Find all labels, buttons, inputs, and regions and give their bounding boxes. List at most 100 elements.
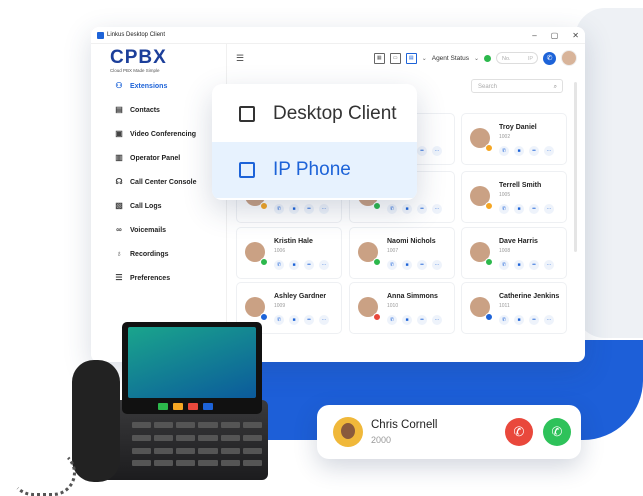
call-icon[interactable]: ✆ <box>499 315 509 325</box>
logo: CPBX Cloud PBX Made Simple <box>110 48 167 73</box>
video-icon[interactable]: ■ <box>289 260 299 270</box>
chat-icon[interactable]: •• <box>417 146 427 156</box>
call-icon[interactable]: ✆ <box>499 260 509 270</box>
chat-icon[interactable]: •• <box>304 204 314 214</box>
logo-tagline: Cloud PBX Made Simple <box>110 68 160 73</box>
extension-number: 1011 <box>499 303 510 309</box>
minimize-button[interactable]: – <box>532 31 536 40</box>
status-badge <box>373 202 381 210</box>
video-icon[interactable]: ■ <box>514 204 524 214</box>
dial-number-input[interactable]: No. IP <box>496 52 538 64</box>
user-avatar[interactable] <box>561 50 577 66</box>
menu-item-ip-phone[interactable]: IP Phone <box>212 142 417 198</box>
extension-number: 1010 <box>387 303 399 309</box>
chat-icon[interactable]: •• <box>529 204 539 214</box>
dialpad-icon[interactable]: ▦ <box>373 52 385 64</box>
chat-icon[interactable]: •• <box>304 260 314 270</box>
extension-name: Dave Harris <box>499 238 538 245</box>
sidebar-item-label: Extensions <box>130 82 168 90</box>
call-icon[interactable]: ✆ <box>499 204 509 214</box>
extension-card[interactable]: Kristin Hale 1006 ✆ ■ •• ··· <box>236 227 342 279</box>
sidebar-item-extensions[interactable]: ⚇ Extensions <box>91 74 226 98</box>
chat-icon[interactable]: •• <box>417 315 427 325</box>
agent-status-label[interactable]: Agent Status <box>432 55 469 62</box>
video-icon[interactable]: ■ <box>514 260 524 270</box>
scrollbar[interactable] <box>574 82 577 252</box>
extension-card[interactable]: Dave Harris 1008 ✆ ■ •• ··· <box>461 227 567 279</box>
call-icon[interactable]: ✆ <box>543 51 556 65</box>
accept-call-button[interactable]: ✆ <box>543 418 571 446</box>
chat-icon[interactable]: •• <box>529 146 539 156</box>
close-button[interactable]: ✕ <box>572 31 579 40</box>
video-icon[interactable]: ■ <box>402 315 412 325</box>
sidebar-item-voicemails[interactable]: ∞ Voicemails <box>91 218 226 242</box>
mode-chevron-icon[interactable]: ⌄ <box>422 55 427 62</box>
preferences-icon: ☰ <box>115 273 123 282</box>
extension-card[interactable]: Terrell Smith 1005 ✆ ■ •• ··· <box>461 171 567 223</box>
extension-number: 1008 <box>499 248 511 254</box>
more-icon[interactable]: ··· <box>319 260 329 270</box>
sidebar-item-operator-panel[interactable]: ▥ Operator Panel <box>91 146 226 170</box>
chat-icon[interactable]: •• <box>529 315 539 325</box>
ip-phone-mode-icon[interactable]: ▤ <box>405 52 417 64</box>
sidebar-item-recordings[interactable]: ♁ Recordings <box>91 242 226 266</box>
extension-card[interactable]: Naomi Nichols 1007 ✆ ■ •• ··· <box>349 227 455 279</box>
video-icon[interactable]: ■ <box>289 315 299 325</box>
phone-cord <box>10 450 76 496</box>
video-icon[interactable]: ■ <box>514 146 524 156</box>
more-icon[interactable]: ··· <box>432 315 442 325</box>
video-icon[interactable]: ■ <box>402 260 412 270</box>
more-icon[interactable]: ··· <box>544 315 554 325</box>
extensions-icon: ⚇ <box>115 81 123 90</box>
call-icon[interactable]: ✆ <box>274 315 284 325</box>
status-badge <box>485 313 493 321</box>
sidebar-item-preferences[interactable]: ☰ Preferences <box>91 266 226 290</box>
chat-icon[interactable]: •• <box>417 260 427 270</box>
call-icon[interactable]: ✆ <box>274 204 284 214</box>
more-icon[interactable]: ··· <box>544 260 554 270</box>
chat-icon[interactable]: •• <box>304 315 314 325</box>
background-grey-shape <box>575 8 643 338</box>
call-icon[interactable]: ✆ <box>499 146 509 156</box>
extension-card[interactable]: Anna Simmons 1010 ✆ ■ •• ··· <box>349 282 455 334</box>
more-icon[interactable]: ··· <box>544 204 554 214</box>
more-icon[interactable]: ··· <box>432 146 442 156</box>
agent-status-chevron-icon[interactable]: ⌄ <box>474 55 479 62</box>
more-icon[interactable]: ··· <box>319 204 329 214</box>
video-icon[interactable]: ■ <box>514 315 524 325</box>
screen-icon[interactable]: ▭ <box>389 52 401 64</box>
status-badge <box>485 202 493 210</box>
call-icon[interactable]: ✆ <box>387 315 397 325</box>
more-icon[interactable]: ··· <box>544 146 554 156</box>
sidebar-item-call-center-console[interactable]: ☊Call Center Console⌄ <box>91 170 226 194</box>
operator-icon: ▥ <box>115 153 123 162</box>
maximize-button[interactable]: ▢ <box>551 31 559 40</box>
sidebar-item-label: Voicemails <box>130 226 167 234</box>
sidebar-item-video-conferencing[interactable]: ▣ Video Conferencing <box>91 122 226 146</box>
extension-card[interactable]: Troy Daniel 1002 ✆ ■ •• ··· <box>461 113 567 165</box>
more-icon[interactable]: ··· <box>319 315 329 325</box>
status-badge <box>260 313 268 321</box>
presence-status-icon[interactable] <box>484 54 491 62</box>
video-icon[interactable]: ■ <box>402 204 412 214</box>
call-icon[interactable]: ✆ <box>274 260 284 270</box>
sidebar-item-label: Recordings <box>130 250 169 258</box>
chat-icon[interactable]: •• <box>529 260 539 270</box>
search-input[interactable]: Search ⌕ <box>471 79 563 93</box>
call-icon[interactable]: ✆ <box>387 260 397 270</box>
more-icon[interactable]: ··· <box>432 260 442 270</box>
more-icon[interactable]: ··· <box>432 204 442 214</box>
sidebar-item-call-logs[interactable]: ▧ Call Logs <box>91 194 226 218</box>
decline-call-button[interactable]: ✆ <box>505 418 533 446</box>
extension-card[interactable]: Catherine Jenkins 1011 ✆ ■ •• ··· <box>461 282 567 334</box>
extension-name: Terrell Smith <box>499 182 542 189</box>
status-badge <box>373 313 381 321</box>
video-icon[interactable]: ■ <box>289 204 299 214</box>
sidebar-item-contacts[interactable]: ▤ Contacts <box>91 98 226 122</box>
menu-toggle-icon[interactable]: ☰ <box>236 53 244 64</box>
search-placeholder: Search <box>478 84 498 90</box>
call-icon[interactable]: ✆ <box>387 204 397 214</box>
menu-item-desktop-client[interactable]: Desktop Client <box>212 86 417 142</box>
ip-phone-image <box>72 322 272 492</box>
chat-icon[interactable]: •• <box>417 204 427 214</box>
